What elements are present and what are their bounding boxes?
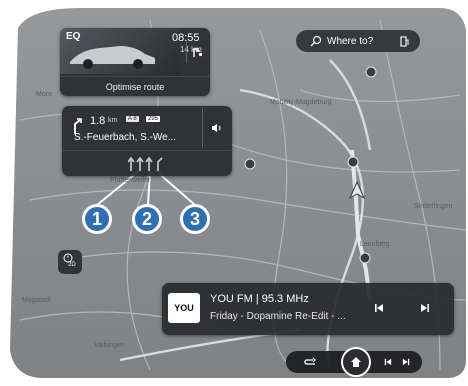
lane-callout-1: 1 xyxy=(82,204,112,234)
lane-callout-2: 2 xyxy=(132,204,162,234)
station-logo-text: YOU xyxy=(174,303,194,313)
search-bar[interactable]: Where to? xyxy=(296,30,420,52)
search-label: Where to? xyxy=(327,35,374,47)
station-name: YOU FM | 95.3 MHz xyxy=(210,293,309,305)
bottom-next-button[interactable] xyxy=(398,354,414,370)
car-image: EQ xyxy=(60,28,180,74)
bottom-prev-button[interactable] xyxy=(380,354,396,370)
place-label: Sindelfingen xyxy=(414,203,453,210)
skip-next-icon xyxy=(421,304,429,312)
volume-button[interactable] xyxy=(202,108,231,148)
back-arrow-icon xyxy=(304,357,316,365)
lane-arrows-icon xyxy=(128,156,163,171)
back-button[interactable] xyxy=(300,354,320,370)
home-button[interactable] xyxy=(341,347,371,377)
speaker-icon xyxy=(212,124,221,132)
skip-previous-icon xyxy=(375,304,383,312)
place-label: Magstadt xyxy=(22,297,51,304)
place-label: Vaihingen xyxy=(94,342,125,349)
road-sign-a: A 8 xyxy=(126,116,139,122)
place-label: Pfaffenweiler xyxy=(110,177,151,184)
track-title: Friday - Dopamine Re-Edit - ... xyxy=(210,311,346,322)
skip-next-icon xyxy=(402,358,410,366)
home-icon xyxy=(351,357,361,367)
route-card[interactable]: EQ 08:55 14 km Optimise route xyxy=(60,28,210,96)
previous-button[interactable] xyxy=(368,297,390,319)
distance-value: 1.8 xyxy=(90,115,106,127)
skip-previous-icon xyxy=(384,358,392,366)
optimise-route-button[interactable]: Optimise route xyxy=(60,76,210,97)
optimise-route-label: Optimise route xyxy=(105,82,165,92)
route-options-button[interactable] xyxy=(186,41,207,63)
road-sign-b: 295 xyxy=(146,116,161,122)
lane-callout-3: 3 xyxy=(180,204,210,234)
place-label: Leonberg xyxy=(360,241,390,248)
turn-guidance-card[interactable]: 1.8 km A 8 295 S.-Feuerbach, S.-We... xyxy=(62,106,232,176)
lane-guidance xyxy=(62,150,232,177)
next-button[interactable] xyxy=(414,297,436,319)
route-settings-icon xyxy=(192,47,202,57)
navigation-screen: Moro Mobility-Magdeburg Leonberg Pfaffen… xyxy=(0,0,468,386)
view-mode-label: 2D xyxy=(68,262,76,268)
station-logo: YOU xyxy=(168,293,200,323)
place-label: Mobility-Magdeburg xyxy=(270,99,332,106)
view-mode-button[interactable]: 2D xyxy=(58,250,82,274)
destination-text: S.-Feuerbach, S.-We... xyxy=(74,132,177,143)
distance-unit: km xyxy=(108,117,118,124)
brand-label: EQ xyxy=(66,31,81,42)
media-player-card[interactable]: YOU YOU FM | 95.3 MHz Friday - Dopamine … xyxy=(162,283,454,335)
search-icon xyxy=(310,35,322,47)
fuel-station-icon[interactable] xyxy=(400,35,410,47)
place-label: Moro xyxy=(36,91,52,98)
